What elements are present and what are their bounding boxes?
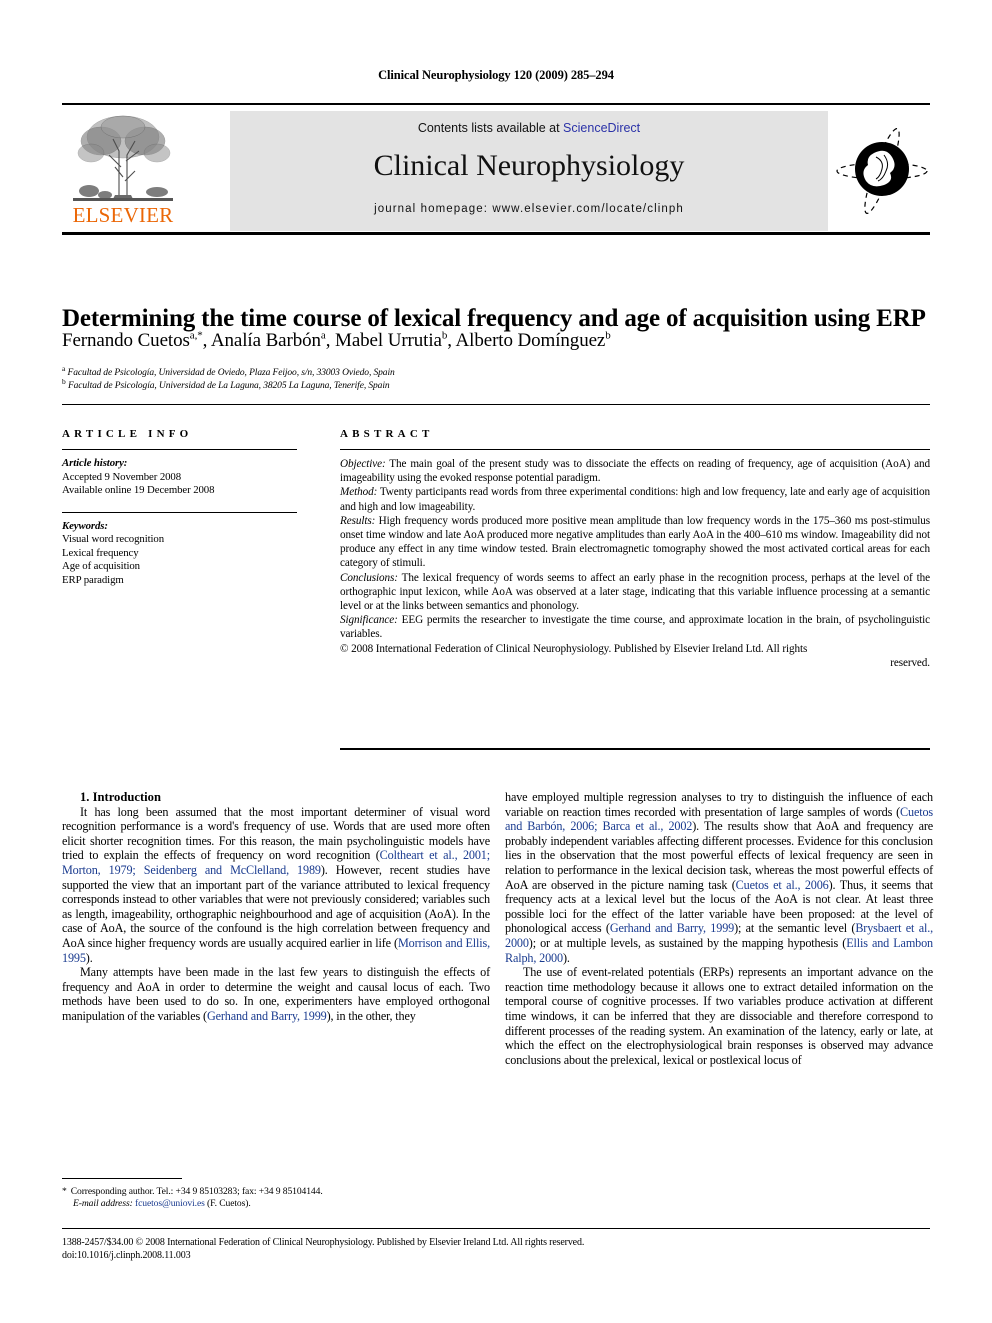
footnote-block: * Corresponding author. Tel.: +34 9 85103… [62, 1186, 490, 1211]
elsevier-wordmark: ELSEVIER [72, 203, 174, 227]
imprint-line-2: doi:10.1016/j.clinph.2008.11.003 [62, 1250, 191, 1261]
abstract-significance-label: Significance: [340, 614, 398, 627]
imprint-divider [62, 1228, 930, 1229]
citation-link[interactable]: Gerhand and Barry, 1999 [207, 1009, 327, 1023]
section-heading-introduction: 1. Introduction [80, 790, 161, 804]
article-history-accepted: Accepted 9 November 2008 [62, 470, 182, 483]
email-note: E-mail address: fcuetos@uniovi.es (F. Cu… [62, 1198, 490, 1210]
keywords-label: Keywords: [62, 519, 108, 532]
citation-link[interactable]: Cuetos et al., 2006 [736, 878, 829, 892]
footnote-divider [62, 1178, 182, 1179]
authors-text: Fernando Cuetosa,*, Analía Barbóna, Mabe… [62, 330, 611, 352]
imprint-line-1: 1388-2457/$34.00 © 2008 International Fe… [62, 1237, 585, 1248]
intro-paragraph-3: have employed multiple regression analys… [505, 790, 933, 965]
contents-prefix: Contents lists available at [417, 121, 564, 135]
citation-link[interactable]: Gerhand and Barry, 1999 [610, 921, 734, 935]
contents-available-line: Contents lists available at ScienceDirec… [230, 121, 828, 135]
intro-p3-part-e: ); or at multiple levels, as sustained b… [528, 935, 847, 950]
intro-paragraph-2: Many attempts have been made in the last… [62, 965, 490, 1023]
article-history-block: Article history: Accepted 9 November 200… [62, 457, 297, 498]
article-info-column: ARTICLE INFO Article history: Accepted 9… [62, 428, 297, 587]
intro-p3-part-a: have employed multiple regression analys… [505, 790, 933, 819]
abstract-method-text: Twenty participants read words from thre… [340, 486, 930, 513]
abstract-objective-label: Objective: [340, 458, 386, 470]
intro-p1-part-c: ). [85, 950, 93, 965]
keywords-rule [62, 511, 297, 513]
abstract-conclusions-text: The lexical frequency of words seems to … [340, 571, 930, 613]
abstract-results-text: High frequency words produced more posit… [340, 514, 930, 570]
journal-homepage[interactable]: journal homepage: www.elsevier.com/locat… [230, 203, 828, 215]
keyword-item: Lexical frequency [62, 546, 139, 559]
intro-p3-part-f: ). [562, 950, 570, 965]
affiliation-b: b Facultad de Psicología, Universidad de… [62, 377, 932, 391]
abstract-objective: Objective: The main goal of the present … [340, 457, 930, 485]
intro-p3-part-d: ); at the semantic level ( [734, 921, 856, 936]
keyword-item: ERP paradigm [62, 573, 124, 586]
author-list: Fernando Cuetosa,*, Analía Barbóna, Mabe… [62, 330, 932, 352]
keyword-item: Age of acquisition [62, 560, 140, 572]
intro-paragraph-1: It has long been assumed that the most i… [62, 805, 490, 966]
elsevier-logo: ELSEVIER [64, 111, 182, 231]
email-link[interactable]: fcuetos@uniovi.es [133, 1198, 205, 1209]
article-info-rule [62, 449, 297, 450]
elsevier-tree-icon [73, 115, 173, 201]
journal-brain-icon [836, 128, 928, 214]
abstract-results: Results: High frequency words produced m… [340, 514, 930, 571]
affiliation-a-marker: a [62, 364, 66, 373]
abstract-conclusions-label: Conclusions: [340, 571, 398, 584]
abstract-rule [340, 449, 930, 450]
email-suffix: (F. Cuetos). [204, 1198, 251, 1210]
corresponding-author-note: * Corresponding author. Tel.: +34 9 85103… [62, 1186, 490, 1198]
keyword-item: Visual word recognition [62, 533, 164, 545]
intro-p2-part-b: ), in the other, they [326, 1008, 416, 1023]
journal-masthead: ELSEVIER Contents lists available at Sci… [62, 103, 930, 235]
affiliation-b-marker: b [62, 377, 66, 386]
body-column-right: have employed multiple regression analys… [505, 790, 933, 1067]
masthead-band: Contents lists available at ScienceDirec… [230, 111, 828, 231]
abstract-method-label: Method: [340, 486, 378, 499]
abstract-significance-text: EEG permits the researcher to investigat… [340, 614, 930, 641]
abstract-method: Method: Twenty participants read words f… [340, 485, 930, 513]
paper-page: Clinical Neurophysiology 120 (2009) 285–… [0, 0, 992, 1323]
article-info-heading: ARTICLE INFO [62, 428, 193, 440]
corresponding-author-text: Corresponding author. Tel.: +34 9 851032… [70, 1186, 323, 1197]
email-label: E-mail address: [73, 1198, 133, 1210]
copyright-main: © 2008 International Federation of Clini… [340, 642, 808, 655]
footnote-marker: * [62, 1186, 67, 1197]
abstract-column: ABSTRACT Objective: The main goal of the… [340, 428, 930, 670]
journal-title: Clinical Neurophysiology [373, 149, 685, 182]
abstract-results-label: Results: [340, 514, 376, 527]
affiliation-b-text: Facultad de Psicología, Universidad de L… [67, 381, 390, 392]
imprint-block: 1388-2457/$34.00 © 2008 International Fe… [62, 1236, 930, 1262]
sciencedirect-link[interactable]: ScienceDirect [563, 121, 640, 135]
header-divider [62, 404, 930, 405]
abstract-copyright: © 2008 International Federation of Clini… [340, 642, 930, 670]
abstract-conclusions: Conclusions: The lexical frequency of wo… [340, 571, 930, 614]
body-column-left: 1. Introduction It has long been assumed… [62, 790, 490, 1024]
masthead-bottom-rule [62, 232, 930, 235]
masthead-top-rule [62, 103, 930, 105]
abstract-body: Objective: The main goal of the present … [340, 457, 930, 670]
intro-paragraph-4: The use of event-related potentials (ERP… [505, 965, 933, 1067]
abstract-significance: Significance: EEG permits the researcher… [340, 613, 930, 641]
abstract-bottom-rule [340, 748, 930, 750]
article-history-online: Available online 19 December 2008 [62, 484, 215, 496]
keywords-block: Keywords: Visual word recognition Lexica… [62, 520, 297, 588]
article-history-label: Article history: [62, 457, 128, 469]
copyright-tail: reserved. [890, 656, 930, 669]
abstract-heading: ABSTRACT [340, 428, 434, 440]
running-head: Clinical Neurophysiology 120 (2009) 285–… [378, 68, 614, 82]
abstract-objective-text: The main goal of the present study was t… [340, 458, 930, 485]
